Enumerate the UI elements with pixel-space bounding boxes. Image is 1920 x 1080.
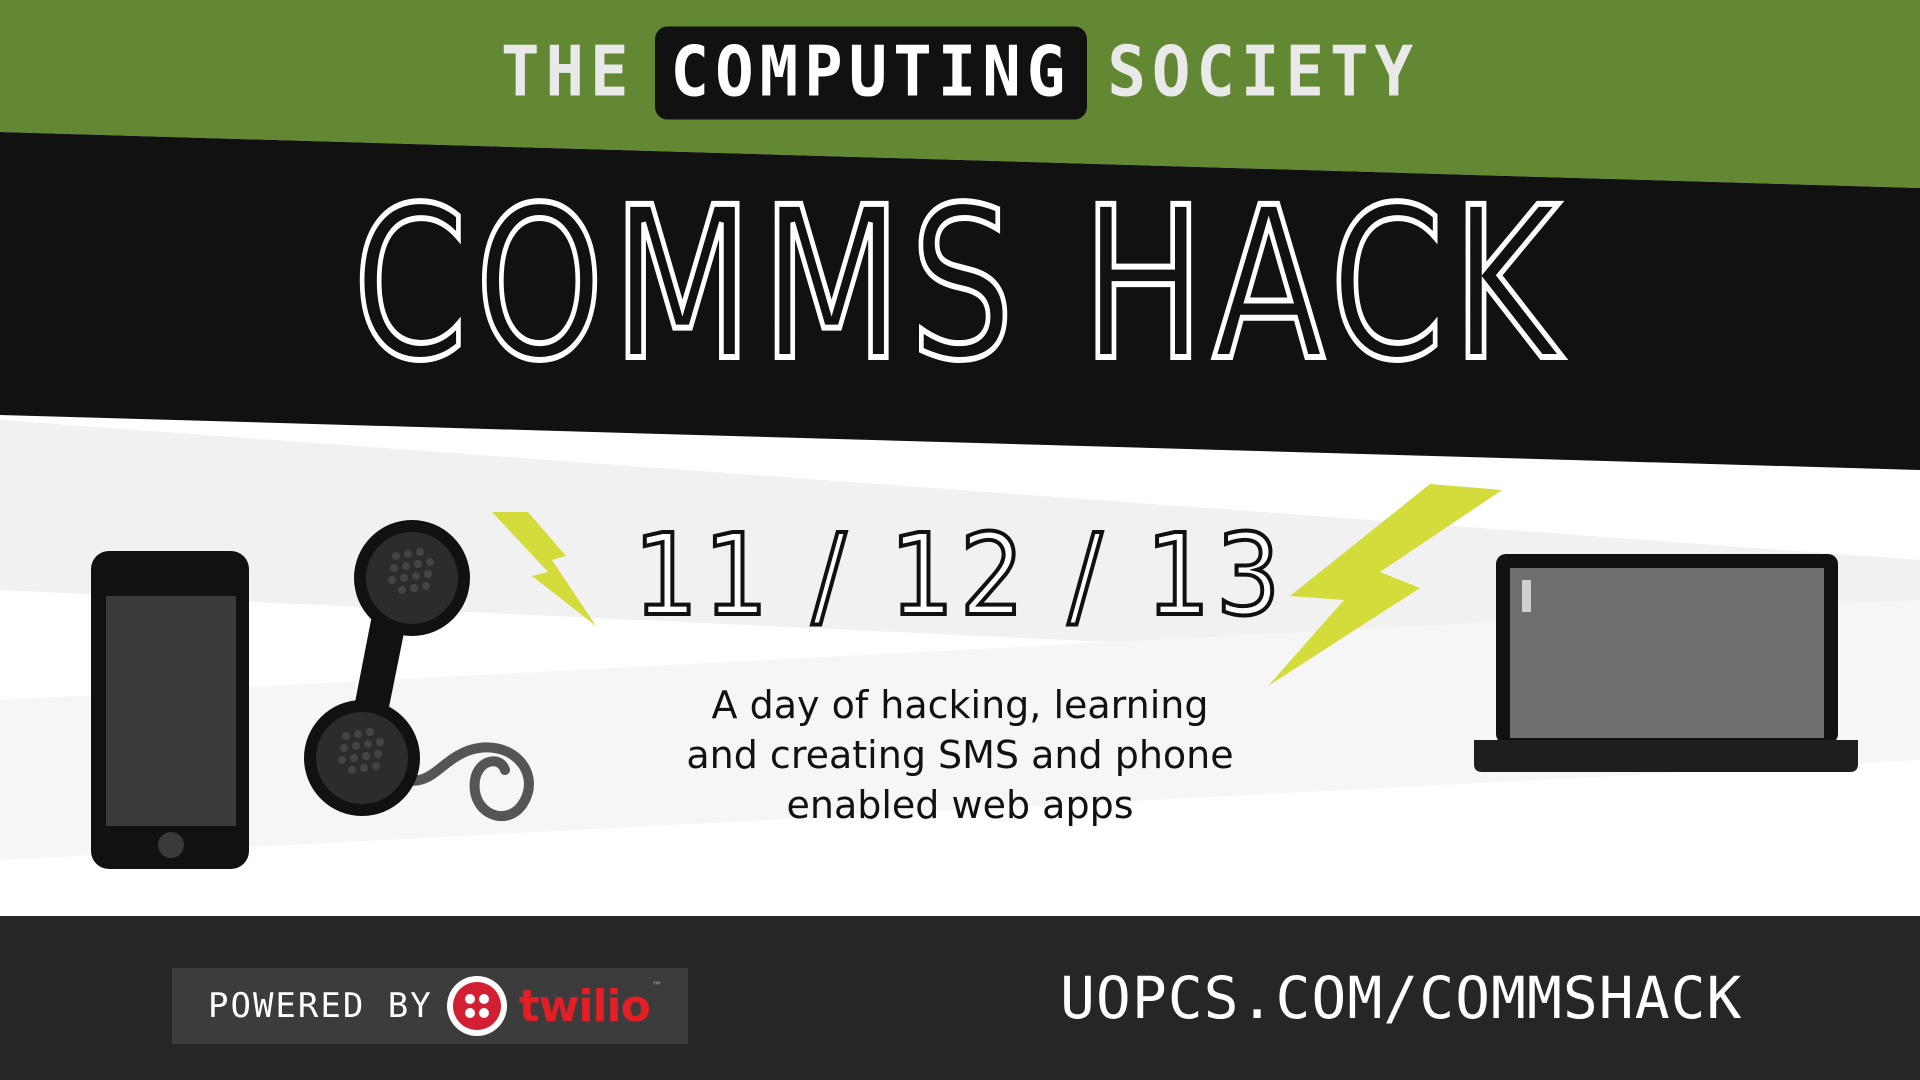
- twilio-logo-icon: [446, 976, 507, 1036]
- event-url[interactable]: UOPCS.COM/COMMSHACK: [1060, 964, 1760, 1032]
- event-date: 11 / 12 / 13: [632, 511, 1287, 641]
- powered-by-label: POWERED BY: [208, 986, 433, 1026]
- sponsor-wordmark: twilio: [518, 980, 651, 1032]
- powered-by-badge: POWERED BY twilio ™: [172, 968, 688, 1044]
- tagline-line: enabled web apps: [786, 783, 1134, 827]
- tagline-line: and creating SMS and phone: [686, 733, 1234, 777]
- tagline-line: A day of hacking, learning: [711, 683, 1209, 727]
- event-tagline: A day of hacking, learning and creating …: [640, 680, 1280, 830]
- trademark-mark: ™: [651, 980, 662, 992]
- sponsor-name: twilio ™: [518, 980, 662, 1032]
